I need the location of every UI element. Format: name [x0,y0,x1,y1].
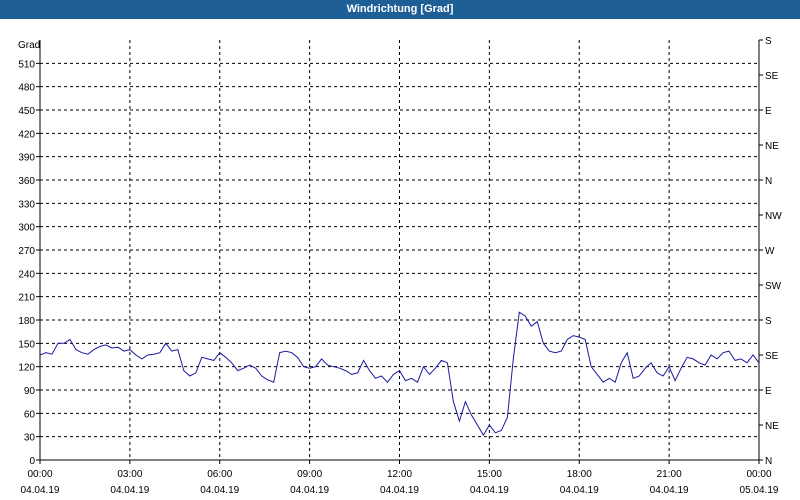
x-tick-time: 09:00 [297,469,322,480]
x-tick-time: 00:00 [746,469,771,480]
x-tick-time: 21:00 [657,469,682,480]
x-tick-date: 04.04.19 [290,485,329,496]
y-tick-label: 480 [18,83,35,94]
y2-tick-label: S [765,316,772,327]
wind-direction-chart: 0 30 60 90 120 150 180 210 240 270 300 330 360 390 420… [18,36,782,496]
y2-tick-label: NE [765,141,779,152]
x-tick-time: 15:00 [477,469,502,480]
x-tick-date: 04.04.19 [380,485,419,496]
x-tick-date: 04.04.19 [200,485,239,496]
y-tick-label: 240 [18,269,35,280]
y2-tick-label: SE [765,351,779,362]
grid [40,40,759,460]
y-tick-label: 90 [24,386,36,397]
y-tick-label: 510 [18,59,35,70]
y-axis-label: Grad [18,40,40,51]
x-tick-time: 00:00 [27,469,52,480]
y2-tick-label: S [765,36,772,47]
x-tick-date: 04.04.19 [560,485,599,496]
x-tick-date: 05.04.19 [740,485,779,496]
y-tick-label: 30 [24,433,36,444]
y2-tick-label: NE [765,421,779,432]
x-tick-date: 04.04.19 [650,485,689,496]
series-line [40,311,759,437]
y-tick-label: 360 [18,176,35,187]
y-tick-label: 390 [18,153,35,164]
y2-tick-label: W [765,246,775,257]
y-tick-label: 0 [29,456,35,467]
x-axis-ticks: 00:00 04.04.19 03:00 04.04.19 06:00 04.04.19 0… [21,460,779,496]
y2-tick-label: E [765,106,772,117]
y2-tick-label: N [765,176,772,187]
x-tick-time: 03:00 [117,469,142,480]
y2-tick-label: E [765,386,772,397]
y-tick-label: 450 [18,106,35,117]
window-title: Windrichtung [Grad] [0,0,800,19]
y-tick-label: 150 [18,339,35,350]
y-tick-label: 210 [18,293,35,304]
y-tick-label: 180 [18,316,35,327]
y-tick-label: 330 [18,199,35,210]
x-tick-time: 12:00 [387,469,412,480]
x-tick-time: 18:00 [567,469,592,480]
y2-tick-label: N [765,456,772,467]
y-tick-label: 270 [18,246,35,257]
y-tick-label: 120 [18,363,35,374]
y2-tick-label: NW [765,211,782,222]
y-tick-label: 60 [24,409,36,420]
x-tick-date: 04.04.19 [21,485,60,496]
y2-tick-label: SE [765,71,779,82]
y2-axis-ticks: N NE E SE S SW W NW N NE E SE S [759,36,782,467]
y-tick-label: 420 [18,129,35,140]
series [40,311,759,437]
y-axis-ticks: 0 30 60 90 120 150 180 210 240 270 300 330 360 390 420… [18,59,40,467]
x-tick-time: 06:00 [207,469,232,480]
x-tick-date: 04.04.19 [110,485,149,496]
x-tick-date: 04.04.19 [470,485,509,496]
y-tick-label: 300 [18,223,35,234]
y2-tick-label: SW [765,281,782,292]
